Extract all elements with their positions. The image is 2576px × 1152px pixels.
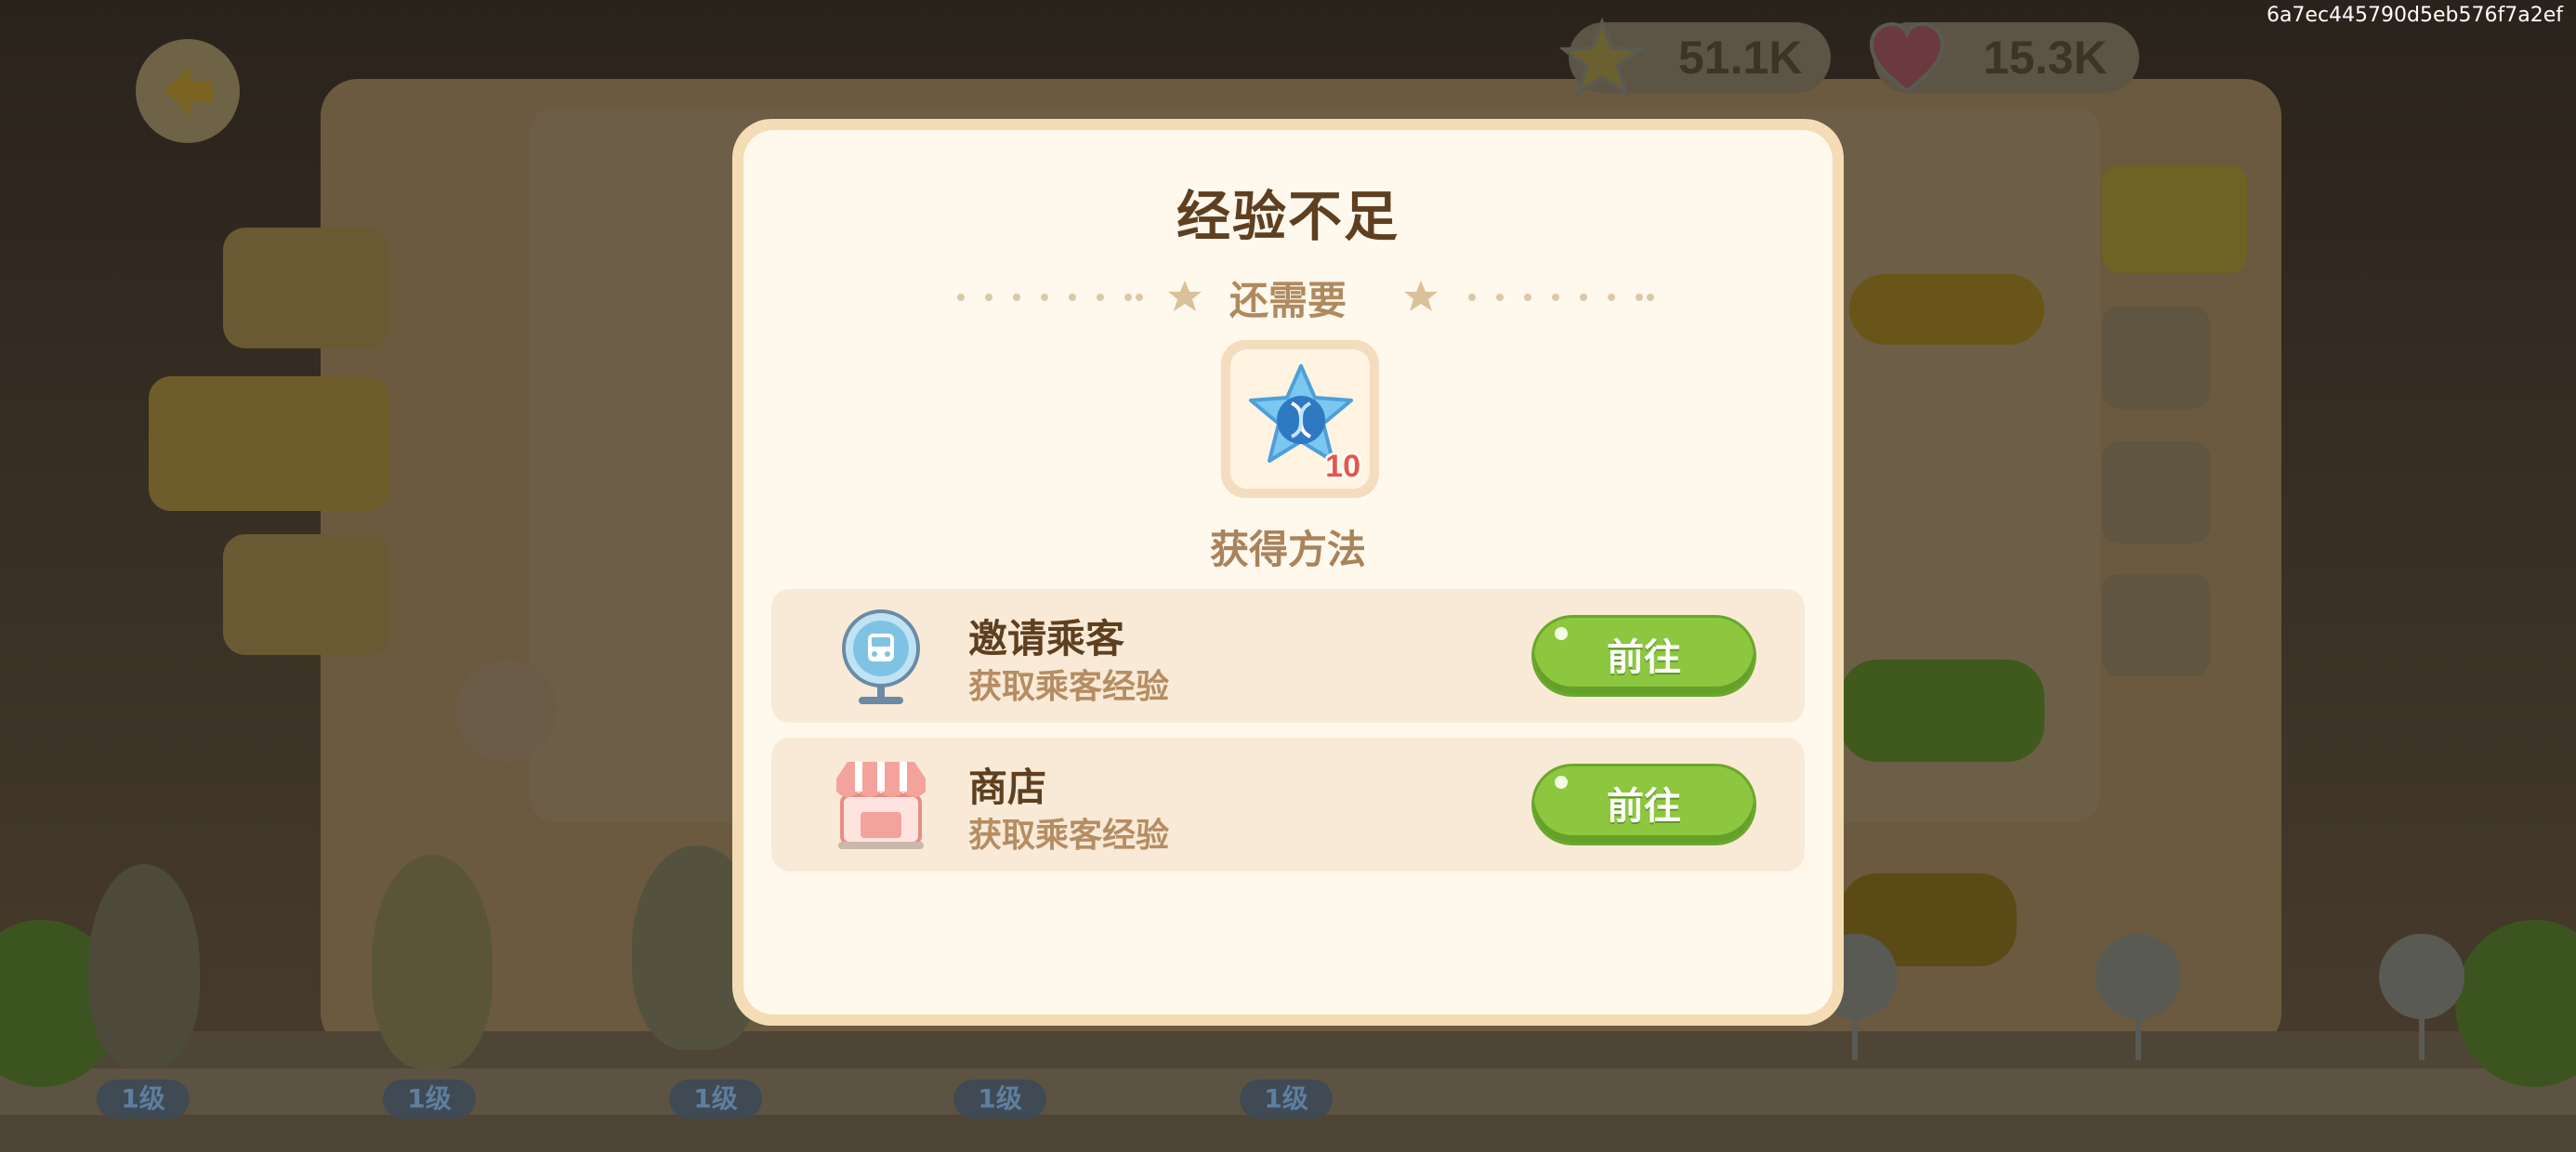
level-pill: 1级 <box>1240 1080 1333 1119</box>
method-name: 邀请乘客 <box>968 616 1125 661</box>
method-name: 商店 <box>968 765 1047 810</box>
dialog-body: 经验不足 还需要 10 获得方法 邀请乘客 获取乘客经验 前往 商店 获取乘客经… <box>743 130 1833 1015</box>
locked-slot-3 <box>2379 934 2464 1060</box>
background-star-up-button <box>1849 274 2044 345</box>
right-tab-1 <box>2102 165 2247 273</box>
star-coin-icon <box>1559 17 1645 98</box>
character-1 <box>88 864 200 1068</box>
locked-slot-2 <box>2096 934 2181 1060</box>
dialog-subtitle: 还需要 <box>1229 278 1347 323</box>
heart-currency[interactable]: 15.3K <box>1869 21 2139 94</box>
right-tab-3 <box>2102 441 2210 543</box>
method-row-invite: 邀请乘客 获取乘客经验 前往 <box>771 589 1805 723</box>
star-divider-icon <box>1404 281 1438 311</box>
required-item-count: 10 <box>1325 449 1360 484</box>
back-button[interactable] <box>136 39 240 143</box>
right-tab-2 <box>2102 307 2210 409</box>
heart-coin-icon <box>1869 21 1945 94</box>
go-button-shop[interactable]: 前往 <box>1531 764 1756 845</box>
level-pill: 1级 <box>953 1080 1046 1119</box>
button-shine <box>1555 776 1568 789</box>
level-pill: 1级 <box>669 1080 762 1119</box>
subtitle-row: 还需要 <box>743 269 1833 325</box>
methods-title: 获得方法 <box>1209 527 1366 572</box>
required-item: 10 <box>1221 340 1379 498</box>
side-tab-3 <box>223 534 390 655</box>
character-2 <box>372 855 493 1068</box>
method-desc: 获取乘客经验 <box>968 668 1170 706</box>
build-id: 6a7ec445790d5eb576f7a2ef <box>2266 4 2563 27</box>
shop-icon <box>836 762 926 849</box>
go-button-label: 前往 <box>1607 636 1681 679</box>
side-tab-1 <box>223 228 390 348</box>
insufficient-exp-dialog: 经验不足 还需要 10 获得方法 邀请乘客 获取乘客经验 前往 商店 获取乘客经… <box>732 119 1844 1026</box>
star-currency-value: 51.1K <box>1678 32 1803 84</box>
globe-station-icon <box>842 609 920 704</box>
arrow-left-icon <box>164 66 213 116</box>
go-button-label: 前往 <box>1607 785 1681 828</box>
heart-currency-value: 15.3K <box>1983 32 2108 84</box>
background-train-button <box>1840 660 2044 762</box>
dialog-title: 经验不足 <box>1176 185 1400 248</box>
restart-icon <box>455 660 558 762</box>
method-row-shop: 商店 获取乘客经验 前往 <box>771 738 1805 871</box>
level-pill: 1级 <box>97 1080 190 1119</box>
go-button-invite[interactable]: 前往 <box>1531 615 1756 697</box>
side-tab-2 <box>149 376 390 511</box>
button-shine <box>1555 627 1568 640</box>
level-pill: 1级 <box>383 1080 476 1119</box>
right-tab-4 <box>2102 574 2210 676</box>
star-currency[interactable]: 51.1K <box>1559 17 1831 98</box>
divider-dots-right <box>1468 269 1663 325</box>
method-desc: 获取乘客经验 <box>968 817 1170 855</box>
